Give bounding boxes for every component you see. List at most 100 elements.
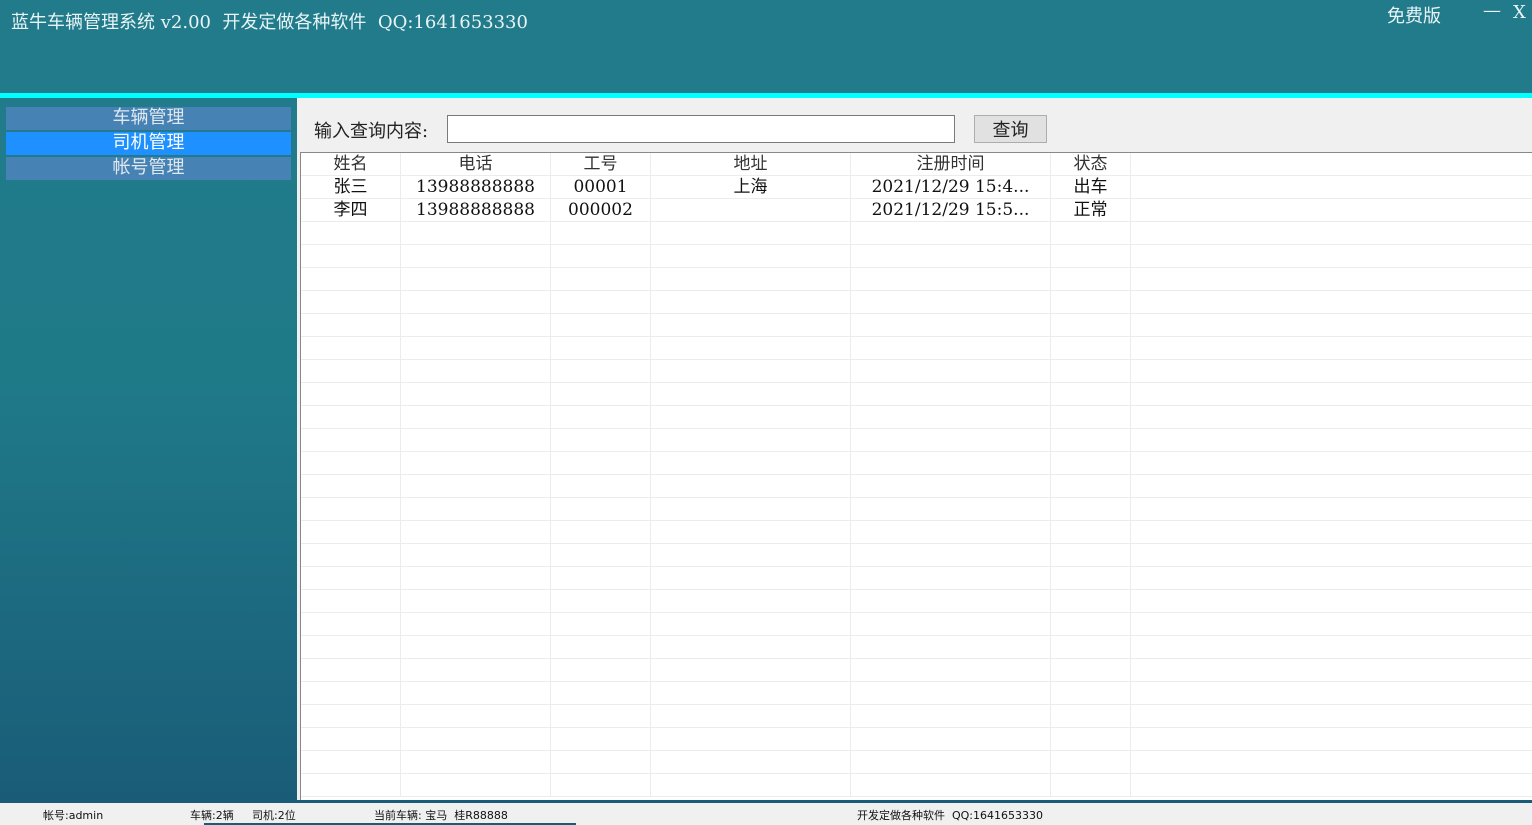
- empty-cell: [651, 314, 851, 337]
- empty-cell: [651, 268, 851, 291]
- empty-cell: [851, 291, 1051, 314]
- table-row[interactable]: [301, 314, 1532, 337]
- empty-cell: [301, 613, 401, 636]
- table-row[interactable]: [301, 245, 1532, 268]
- empty-cell: [1051, 521, 1131, 544]
- empty-cell: [1051, 360, 1131, 383]
- empty-cell: [301, 521, 401, 544]
- table-row[interactable]: [301, 360, 1532, 383]
- search-input[interactable]: [447, 115, 955, 143]
- empty-cell: [401, 705, 551, 728]
- empty-cell: [401, 383, 551, 406]
- empty-cell: [1051, 268, 1131, 291]
- empty-cell: [551, 521, 651, 544]
- empty-cell: [1051, 659, 1131, 682]
- empty-cell: [651, 406, 851, 429]
- empty-cell: [301, 590, 401, 613]
- table-row[interactable]: [301, 498, 1532, 521]
- empty-cell: [401, 636, 551, 659]
- empty-cell: [851, 521, 1051, 544]
- empty-cell: [851, 613, 1051, 636]
- table-row[interactable]: 张三 13988888888 00001 上海 2021/12/29 15:4... 出车: [301, 176, 1532, 199]
- empty-cell: [651, 475, 851, 498]
- empty-cell: [551, 636, 651, 659]
- table-row[interactable]: [301, 222, 1532, 245]
- table-cell: 13988888888: [401, 176, 551, 199]
- empty-cell: [851, 429, 1051, 452]
- empty-cell: [851, 337, 1051, 360]
- table-row[interactable]: [301, 636, 1532, 659]
- table-row[interactable]: [301, 406, 1532, 429]
- table-header: 姓名 电话 工号 地址 注册时间 状态: [301, 153, 1532, 176]
- empty-cell: [651, 705, 851, 728]
- table-row[interactable]: [301, 567, 1532, 590]
- table-cell: 000002: [551, 199, 651, 222]
- table-cell: 2021/12/29 15:5...: [851, 199, 1051, 222]
- table-row[interactable]: [301, 590, 1532, 613]
- empty-cell: [1051, 590, 1131, 613]
- table-cell: 李四: [301, 199, 401, 222]
- empty-cell: [551, 728, 651, 751]
- table-row[interactable]: [301, 659, 1532, 682]
- table-row[interactable]: [301, 383, 1532, 406]
- empty-cell: [851, 452, 1051, 475]
- empty-cell: [401, 406, 551, 429]
- status-current-vehicle: 当前车辆: 宝马 桂R88888: [374, 809, 508, 822]
- minimize-button[interactable]: —: [1483, 0, 1501, 21]
- table-row[interactable]: [301, 452, 1532, 475]
- sidebar-item-vehicles[interactable]: 车辆管理: [6, 107, 291, 130]
- table-row[interactable]: [301, 544, 1532, 567]
- table-row[interactable]: [301, 291, 1532, 314]
- table-row[interactable]: 李四 13988888888 000002 2021/12/29 15:5... 正常: [301, 199, 1532, 222]
- empty-cell: [401, 728, 551, 751]
- empty-cell: [301, 728, 401, 751]
- empty-cell: [301, 245, 401, 268]
- table-row[interactable]: [301, 774, 1532, 797]
- title-bar: 蓝牛车辆管理系统 v2.00 开发定做各种软件 QQ:1641653330 免费…: [0, 0, 1532, 93]
- empty-cell: [1051, 475, 1131, 498]
- empty-cell: [401, 314, 551, 337]
- empty-cell: [551, 291, 651, 314]
- empty-cell: [401, 245, 551, 268]
- empty-cell: [851, 360, 1051, 383]
- table-row[interactable]: [301, 728, 1532, 751]
- sidebar-item-drivers[interactable]: 司机管理: [6, 132, 291, 155]
- column-header: 工号: [551, 153, 651, 176]
- table-row[interactable]: [301, 429, 1532, 452]
- empty-cell: [851, 498, 1051, 521]
- empty-cell: [301, 774, 401, 797]
- empty-cell: [651, 337, 851, 360]
- empty-cell: [651, 360, 851, 383]
- empty-cell: [851, 659, 1051, 682]
- search-button[interactable]: 查询: [974, 115, 1047, 143]
- empty-cell: [401, 291, 551, 314]
- empty-cell: [301, 406, 401, 429]
- empty-cell: [401, 475, 551, 498]
- table-row[interactable]: [301, 682, 1532, 705]
- drivers-table[interactable]: 姓名 电话 工号 地址 注册时间 状态 张三 13988888888 00001 上海 2021/1…: [300, 152, 1532, 800]
- empty-cell: [551, 429, 651, 452]
- empty-cell: [651, 659, 851, 682]
- status-account: 帐号:admin: [43, 809, 104, 822]
- table-row[interactable]: [301, 475, 1532, 498]
- table-row[interactable]: [301, 705, 1532, 728]
- empty-cell: [551, 245, 651, 268]
- table-row[interactable]: [301, 337, 1532, 360]
- empty-cell: [651, 521, 851, 544]
- table-row[interactable]: [301, 751, 1532, 774]
- empty-cell: [401, 429, 551, 452]
- table-row[interactable]: [301, 521, 1532, 544]
- empty-cell: [301, 682, 401, 705]
- table-row[interactable]: [301, 613, 1532, 636]
- close-button[interactable]: X: [1513, 2, 1526, 23]
- empty-cell: [401, 590, 551, 613]
- empty-cell: [651, 774, 851, 797]
- empty-cell: [301, 452, 401, 475]
- table-row[interactable]: [301, 268, 1532, 291]
- empty-cell: [401, 682, 551, 705]
- empty-cell: [1051, 337, 1131, 360]
- empty-cell: [401, 659, 551, 682]
- empty-cell: [651, 429, 851, 452]
- sidebar-item-accounts[interactable]: 帐号管理: [6, 157, 291, 180]
- table-cell: 上海: [651, 176, 851, 199]
